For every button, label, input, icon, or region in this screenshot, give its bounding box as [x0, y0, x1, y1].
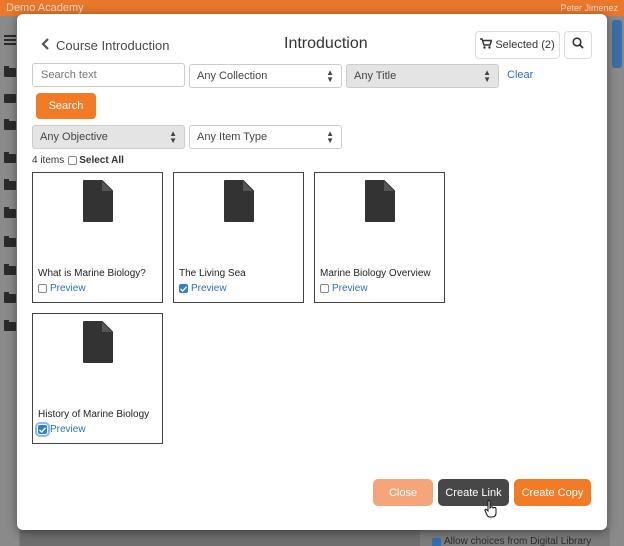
title-value: Any Title: [354, 70, 397, 82]
selected-label: Selected (2): [495, 39, 555, 51]
collection-value: Any Collection: [197, 70, 268, 82]
objective-value: Any Objective: [40, 131, 108, 143]
item-checkbox[interactable]: [320, 284, 329, 293]
app-name: Demo Academy: [6, 2, 84, 14]
item-count: 4 items: [32, 155, 65, 166]
digital-library-label: Allow choices from Digital Library: [444, 536, 592, 546]
back-link[interactable]: Course Introduction: [41, 37, 169, 54]
selected-button[interactable]: Selected (2): [475, 31, 560, 59]
folder-icon[interactable]: [4, 236, 16, 247]
folder-icon[interactable]: [4, 320, 16, 331]
collection-select[interactable]: Any Collection ▲ ▼: [189, 64, 342, 88]
search-icon: [572, 36, 584, 54]
folder-icon[interactable]: [4, 152, 16, 163]
folder-icon[interactable]: [4, 179, 16, 190]
search-input[interactable]: [32, 63, 185, 87]
scrollbar[interactable]: [612, 20, 622, 68]
right-rail: [606, 16, 624, 546]
search-toggle-button[interactable]: [564, 31, 592, 59]
item-name: The Living Sea: [179, 268, 246, 279]
item-name: What is Marine Biology?: [38, 268, 146, 279]
item-checkbox-checked[interactable]: [35, 422, 50, 437]
item-card[interactable]: What is Marine Biology? Preview: [32, 172, 163, 303]
preview-control[interactable]: Preview: [35, 422, 86, 437]
select-arrows-icon: ▲ ▼: [326, 68, 334, 84]
item-card[interactable]: History of Marine Biology Preview: [32, 313, 163, 444]
preview-link[interactable]: Preview: [191, 283, 227, 294]
create-copy-button[interactable]: Create Copy: [514, 479, 591, 506]
item-name: Marine Biology Overview: [320, 268, 431, 279]
select-arrows-icon: ▲ ▼: [326, 129, 334, 145]
modal-title: Introduction: [284, 35, 368, 52]
search-button[interactable]: Search: [36, 93, 96, 119]
folder-icon[interactable]: [4, 119, 16, 130]
item-name: History of Marine Biology: [38, 409, 150, 420]
document-icon: [223, 179, 255, 228]
item-type-select[interactable]: Any Item Type ▲ ▼: [189, 125, 342, 149]
item-card[interactable]: The Living Sea Preview: [173, 172, 304, 303]
check-icon: [180, 285, 187, 292]
chevron-left-icon: [41, 37, 50, 54]
folder-icon[interactable]: [4, 66, 16, 77]
menu-icon[interactable]: [4, 33, 16, 45]
preview-control[interactable]: Preview: [320, 283, 368, 294]
title-select[interactable]: Any Title ▲ ▼: [346, 64, 499, 88]
item-checkbox-checked[interactable]: [179, 284, 188, 293]
digital-library-checkbox[interactable]: [432, 538, 441, 546]
objective-select[interactable]: Any Objective ▲ ▼: [32, 125, 185, 149]
select-arrows-icon: ▲ ▼: [169, 129, 177, 145]
select-arrows-icon: ▲ ▼: [483, 68, 491, 84]
document-icon: [82, 179, 114, 228]
document-icon: [82, 320, 114, 369]
select-all-checkbox[interactable]: [68, 156, 78, 165]
results-summary: 4 items Select All: [32, 155, 124, 166]
folder-icon[interactable]: [4, 207, 16, 218]
folder-icon[interactable]: [4, 264, 16, 275]
check-icon: [39, 426, 46, 433]
preview-link[interactable]: Preview: [50, 283, 86, 294]
user-name[interactable]: Peter Jimenez: [560, 3, 618, 13]
close-button[interactable]: Close: [373, 479, 433, 506]
select-all-label[interactable]: Select All: [79, 155, 124, 166]
preview-control[interactable]: Preview: [179, 283, 227, 294]
document-icon: [364, 179, 396, 228]
content-picker-modal: Course Introduction Introduction Selecte…: [17, 14, 607, 530]
chat-icon[interactable]: [4, 94, 16, 103]
item-type-value: Any Item Type: [197, 131, 268, 143]
back-label: Course Introduction: [56, 38, 170, 53]
background-panel: Allow choices from Digital Library: [420, 528, 610, 546]
hand-cursor-icon: [484, 500, 498, 523]
preview-control[interactable]: Preview: [38, 283, 86, 294]
folder-icon[interactable]: [4, 292, 16, 303]
preview-link[interactable]: Preview: [50, 424, 86, 435]
item-card[interactable]: Marine Biology Overview Preview: [314, 172, 445, 303]
preview-link[interactable]: Preview: [332, 283, 368, 294]
cart-icon: [480, 38, 493, 52]
clear-link[interactable]: Clear: [507, 69, 533, 81]
create-link-button[interactable]: Create Link: [438, 479, 509, 506]
item-checkbox[interactable]: [38, 284, 47, 293]
